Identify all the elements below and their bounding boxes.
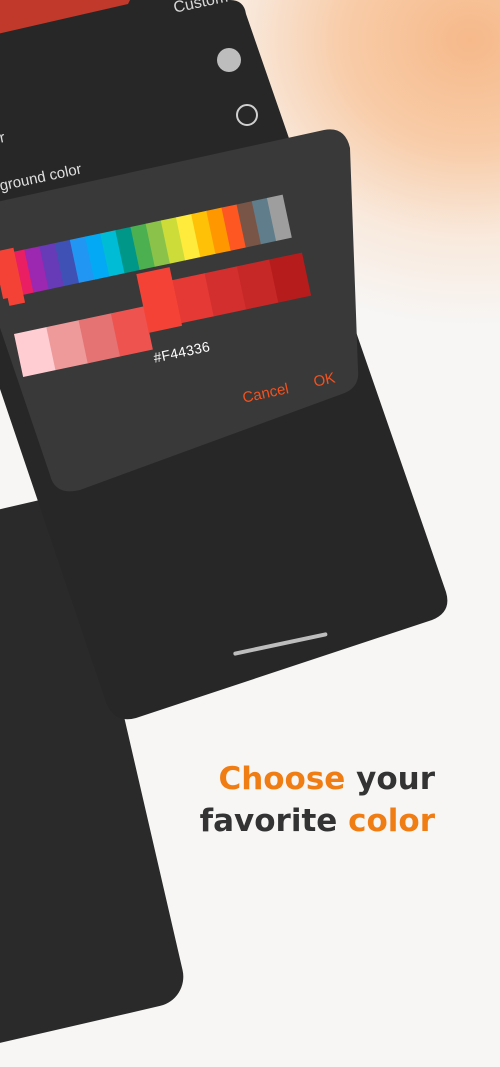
headline-accent-2: color — [348, 803, 435, 839]
headline-line-1: Choose your — [200, 758, 435, 800]
headline-text-2: favorite — [199, 803, 349, 839]
headline-accent-1: Choose — [218, 761, 346, 797]
headline-text-1: your — [345, 761, 435, 797]
headline-line-2: favorite color — [200, 800, 435, 842]
headline: Choose your favorite color — [200, 758, 435, 842]
